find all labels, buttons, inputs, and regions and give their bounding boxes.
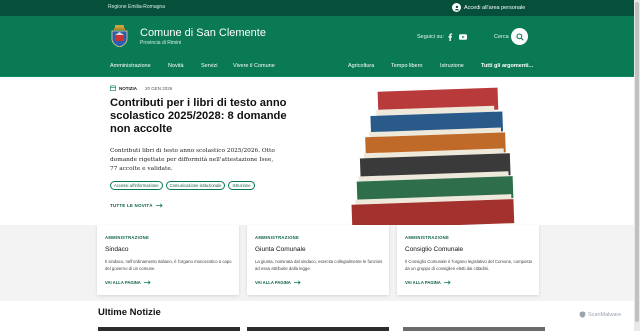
nav-item-tempo-libero[interactable]: Tempo libero xyxy=(391,63,423,69)
all-news-link[interactable]: TUTTE LE NOVITÀ xyxy=(110,203,163,208)
chip-istruzione[interactable]: Istruzione xyxy=(228,181,255,190)
topic-chips: Accessi all'informazione Comunicazione i… xyxy=(110,181,255,190)
shield-icon xyxy=(579,311,586,318)
site-header: Comune di San Clemente Provincia di Rimi… xyxy=(0,16,640,57)
books-image xyxy=(320,80,535,232)
watermark: ScanMalware xyxy=(579,311,621,318)
card-sindaco[interactable]: AMMINISTRAZIONE Sindaco Il sindaco, nell… xyxy=(97,225,239,295)
nav-item-istruzione[interactable]: Istruzione xyxy=(440,63,464,69)
calendar-icon xyxy=(110,85,116,91)
news-tag-label: NOTIZIA xyxy=(119,85,137,91)
social-label: Seguici su: xyxy=(417,34,444,40)
arrow-right-icon xyxy=(293,280,301,285)
login-button[interactable]: Accedi all'area personale xyxy=(452,3,525,12)
nav-item-amministrazione[interactable]: Amministrazione xyxy=(110,63,151,69)
card-link-label: VAI ALLA PAGINA xyxy=(105,280,141,285)
youtube-icon[interactable] xyxy=(459,34,467,40)
search-button[interactable] xyxy=(511,28,528,45)
card-link[interactable]: VAI ALLA PAGINA xyxy=(105,280,151,285)
nav-item-vivere-il-comune[interactable]: Vivere il Comune xyxy=(233,63,275,69)
top-bar: Regione Emilia-Romagna Accedi all'area p… xyxy=(0,0,640,16)
latest-news-heading: Ultime Notizie xyxy=(98,307,161,318)
news-thumbnail[interactable] xyxy=(98,327,240,331)
card-category: AMMINISTRAZIONE xyxy=(405,235,450,240)
card-category: AMMINISTRAZIONE xyxy=(255,235,300,240)
news-date: 20 GEN 2026 xyxy=(145,85,173,91)
card-text: La giunta, nominata dal sindaco, esercit… xyxy=(255,259,383,271)
site-subtitle: Provincia di Rimini xyxy=(140,40,182,46)
arrow-right-icon xyxy=(155,203,163,208)
login-label: Accedi all'area personale xyxy=(464,4,526,11)
news-thumbnail[interactable] xyxy=(247,327,389,331)
nav-item-tutti-gli-argomenti[interactable]: Tutti gli argomenti... xyxy=(481,63,533,69)
card-consiglio[interactable]: AMMINISTRAZIONE Consiglio Comunale Il Co… xyxy=(397,225,539,295)
watermark-text: ScanMalware xyxy=(588,311,622,318)
all-news-label: TUTTE LE NOVITÀ xyxy=(110,203,153,208)
arrow-right-icon xyxy=(143,280,151,285)
hero-description: Contributi libri di testo anno scolastic… xyxy=(110,148,275,172)
news-tag: NOTIZIA 20 GEN 2026 xyxy=(110,85,172,91)
card-link-label: VAI ALLA PAGINA xyxy=(405,280,441,285)
main-nav: Amministrazione Novità Servizi Vivere il… xyxy=(0,57,640,77)
facebook-icon[interactable] xyxy=(447,33,453,41)
nav-item-agricoltura[interactable]: Agricoltura xyxy=(348,63,374,69)
card-link-label: VAI ALLA PAGINA xyxy=(255,280,291,285)
scrollbar-thumb[interactable] xyxy=(635,2,639,322)
scrollbar[interactable] xyxy=(634,0,640,331)
search-icon xyxy=(515,32,524,41)
hero-news: NOTIZIA 20 GEN 2026 Contributi per i lib… xyxy=(0,77,640,240)
card-category: AMMINISTRAZIONE xyxy=(105,235,150,240)
card-text: Il Consiglio Comunale è l'organo legisla… xyxy=(405,259,533,271)
arrow-right-icon xyxy=(443,280,451,285)
card-link[interactable]: VAI ALLA PAGINA xyxy=(405,280,451,285)
search-label: Cerca xyxy=(494,34,509,40)
hero-title[interactable]: Contributi per i libri di testo anno sco… xyxy=(110,97,310,136)
user-icon xyxy=(452,3,461,12)
chip-comunicazione[interactable]: Comunicazione istituzionale xyxy=(165,181,226,190)
chip-accessi[interactable]: Accessi all'informazione xyxy=(110,181,163,190)
crest-icon[interactable] xyxy=(111,25,128,47)
region-link[interactable]: Regione Emilia-Romagna xyxy=(108,4,165,10)
site-title[interactable]: Comune di San Clemente xyxy=(140,27,266,39)
card-title[interactable]: Sindaco xyxy=(105,246,129,253)
card-title[interactable]: Giunta Comunale xyxy=(255,246,306,253)
news-thumbnail[interactable] xyxy=(403,327,545,331)
card-title[interactable]: Consiglio Comunale xyxy=(405,246,463,253)
nav-item-servizi[interactable]: Servizi xyxy=(201,63,218,69)
card-giunta[interactable]: AMMINISTRAZIONE Giunta Comunale La giunt… xyxy=(247,225,389,295)
card-link[interactable]: VAI ALLA PAGINA xyxy=(255,280,301,285)
card-text: Il sindaco, nell'ordinamento italiano, è… xyxy=(105,259,232,271)
nav-item-novita[interactable]: Novità xyxy=(168,63,184,69)
